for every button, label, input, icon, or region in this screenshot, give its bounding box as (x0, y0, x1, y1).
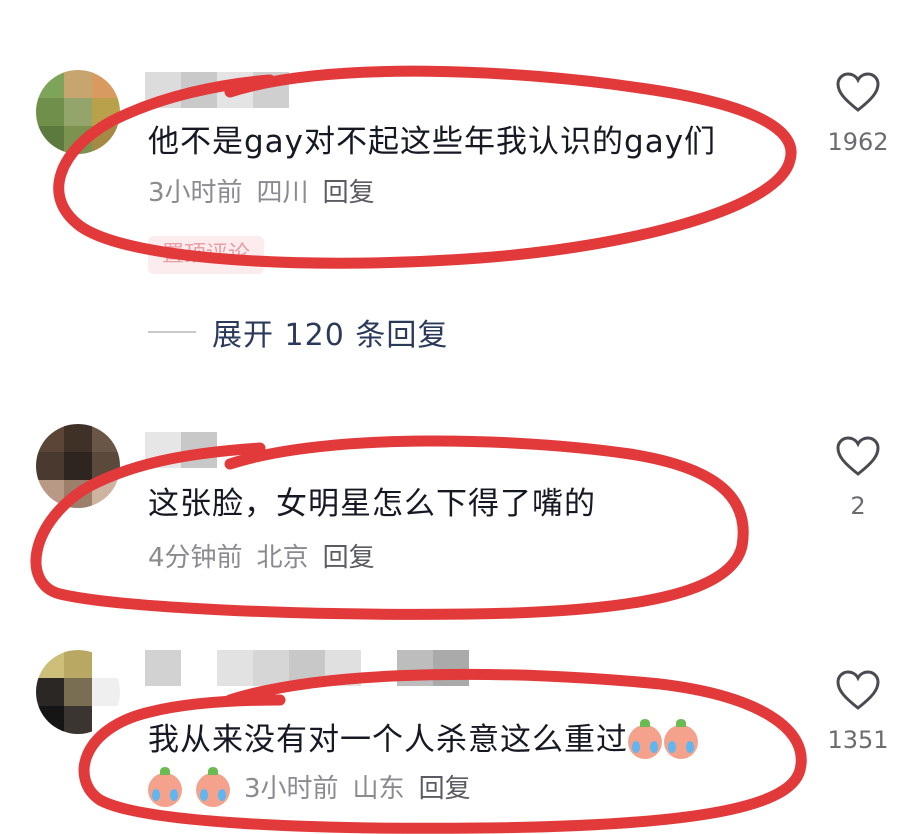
like-button[interactable]: 2 (812, 434, 904, 520)
like-count: 2 (850, 492, 866, 520)
comment-text: 我从来没有对一个人杀意这么重过 (148, 718, 700, 760)
reply-button[interactable]: 回复 (323, 178, 375, 208)
like-button[interactable]: 1351 (812, 668, 904, 754)
comment-location: 北京 (256, 543, 309, 573)
divider-line (148, 331, 196, 333)
comment-location: 山东 (352, 774, 405, 804)
like-count: 1962 (827, 128, 889, 156)
expand-replies-label[interactable]: 展开 120 条回复 (212, 310, 448, 354)
pinned-badge: 置顶评论 (148, 236, 265, 274)
crying-face-emoji-icon (196, 766, 230, 807)
comment-time: 3小时前 (148, 178, 243, 208)
annotation-circle (30, 435, 749, 620)
heart-icon[interactable] (834, 668, 882, 712)
heart-icon[interactable] (834, 70, 882, 114)
avatar[interactable] (36, 424, 120, 508)
avatar[interactable] (36, 70, 120, 154)
comment-text: 他不是gay对不起这些年我认识的gay们 (148, 124, 717, 160)
crying-face-emoji-icon (664, 718, 698, 759)
avatar[interactable] (36, 650, 120, 734)
comment-location: 四川 (256, 178, 309, 208)
comment-text-content: 我从来没有对一个人杀意这么重过 (148, 722, 628, 758)
comment-meta: 3小时前 山东 回复 (148, 766, 485, 807)
crying-face-emoji-icon (628, 718, 662, 759)
username-blurred[interactable] (145, 432, 217, 468)
comment-meta: 4分钟前 北京 回复 (148, 541, 389, 575)
reply-button[interactable]: 回复 (323, 543, 375, 573)
expand-replies[interactable]: 展开 120 条回复 (148, 310, 448, 354)
comment-time: 4分钟前 (148, 543, 243, 573)
like-count: 1351 (827, 726, 889, 754)
comment-meta: 3小时前 四川 回复 (148, 176, 389, 210)
comment-time: 3小时前 (244, 774, 339, 804)
comment-text: 这张脸，女明星怎么下得了嘴的 (148, 486, 596, 522)
crying-face-emoji-icon (148, 766, 182, 807)
heart-icon[interactable] (834, 434, 882, 478)
reply-button[interactable]: 回复 (419, 774, 471, 804)
username-blurred[interactable] (145, 72, 289, 108)
username-blurred[interactable] (145, 650, 469, 686)
like-button[interactable]: 1962 (812, 70, 904, 156)
